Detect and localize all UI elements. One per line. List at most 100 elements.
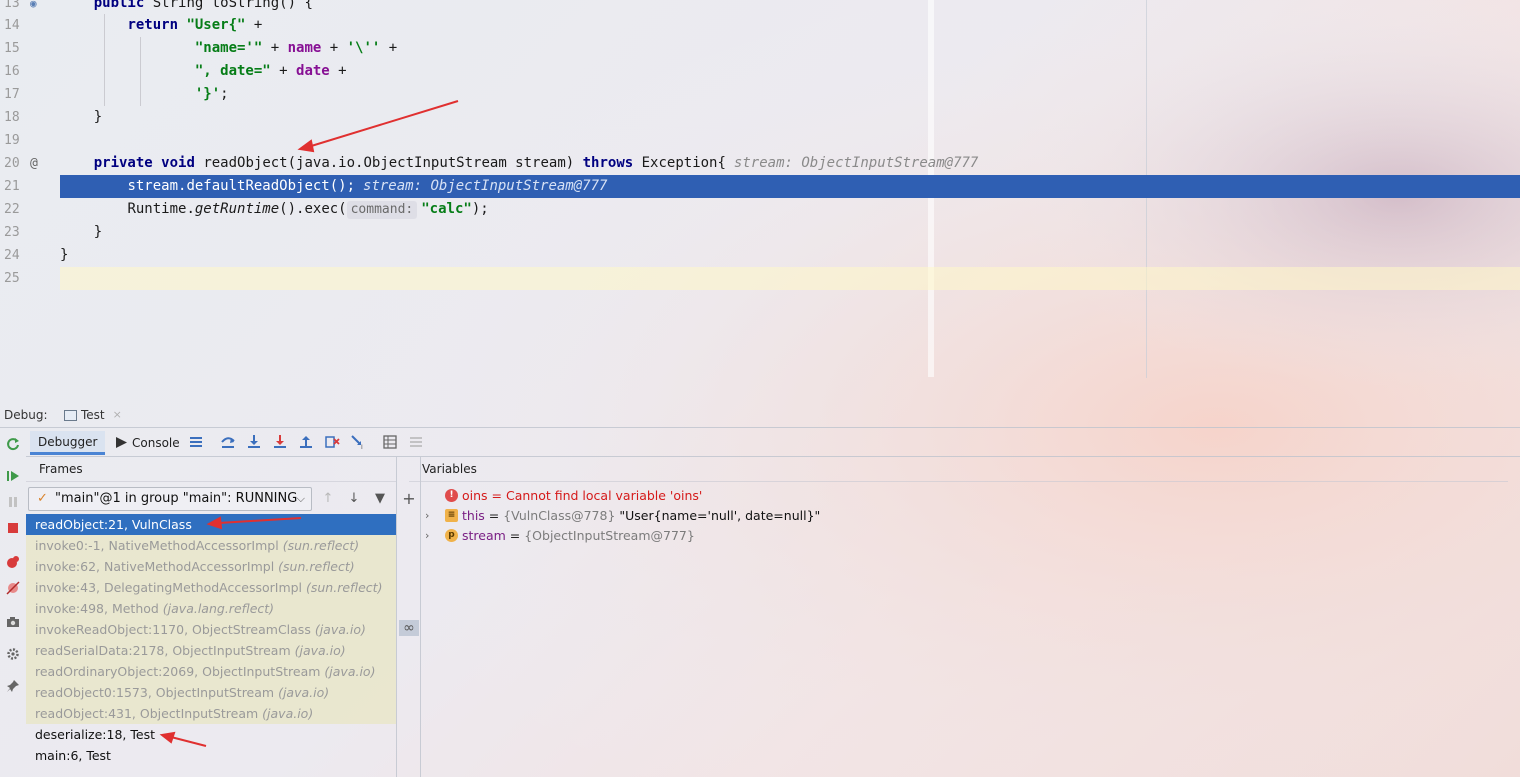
code-text: ; — [220, 86, 229, 102]
string-literal: "User{" — [186, 17, 246, 33]
line-number: 16 — [4, 64, 20, 79]
annotation-at-icon[interactable]: @ — [30, 152, 46, 175]
variable-name: stream — [462, 528, 506, 543]
frame-item[interactable]: main:6, Test — [26, 745, 396, 766]
frame-item[interactable]: readObject:21, VulnClass — [26, 514, 396, 535]
execution-point-line[interactable]: stream.defaultReadObject(); stream: Objec… — [60, 175, 1520, 198]
close-icon[interactable]: × — [113, 402, 122, 428]
pause-icon[interactable] — [5, 494, 21, 510]
watch-side-strip: + ∞ — [397, 457, 421, 777]
variable-value: "User{name='null', date=null}" — [619, 508, 821, 523]
frame-item[interactable]: invoke:43, DelegatingMethodAccessorImpl … — [26, 577, 396, 598]
frame-package: (java.io) — [294, 643, 346, 658]
drop-frame-icon[interactable] — [324, 434, 340, 450]
variable-row-error[interactable]: ! oins = Cannot find local variable 'oin… — [421, 486, 1021, 506]
frame-package: (java.io) — [262, 706, 314, 721]
frame-item[interactable]: invoke:62, NativeMethodAccessorImpl (sun… — [26, 556, 396, 577]
camera-icon[interactable] — [5, 614, 21, 630]
frame-item[interactable]: invoke:498, Method (java.lang.reflect) — [26, 598, 396, 619]
code-line-20[interactable]: private void readObject(java.io.ObjectIn… — [60, 152, 1520, 175]
debugger-toolbar: Debugger Console I — [26, 428, 1520, 457]
force-step-into-icon[interactable] — [272, 434, 288, 450]
code-editor[interactable]: 13 ◉ 14 15 16 17 18 19 20 @ 21 22 23 24 … — [0, 0, 1520, 378]
variable-row-stream[interactable]: › p stream = {ObjectInputStream@777} — [421, 526, 1021, 546]
code-text: ); — [471, 201, 489, 217]
frame-item[interactable]: deserialize:18, Test — [26, 724, 396, 745]
pin-icon[interactable] — [5, 678, 21, 694]
trace-stream-icon[interactable] — [408, 434, 424, 450]
code-text: } — [60, 247, 69, 263]
code-text: + — [380, 40, 398, 56]
code-line-15[interactable]: "name='" + name + '\'' + — [60, 37, 1520, 60]
frame-package: (sun.reflect) — [282, 538, 360, 553]
field-reference: date — [296, 63, 330, 79]
variable-row-this[interactable]: › ≡ this = {VulnClass@778} "User{name='n… — [421, 506, 1021, 526]
variable-eq: = — [484, 508, 504, 523]
filter-icon[interactable]: ▼ — [372, 490, 388, 508]
run-to-cursor-icon[interactable]: I — [350, 434, 366, 451]
code-line-14[interactable]: return "User{" + — [60, 14, 1520, 37]
keyword: private — [93, 155, 153, 171]
thread-selector-value: "main"@1 in group "main": RUNNING — [55, 491, 298, 506]
line-number: 24 — [4, 248, 20, 263]
add-watch-icon[interactable]: + — [401, 491, 417, 507]
view-breakpoints-icon[interactable] — [5, 554, 21, 570]
expand-arrow-icon[interactable]: › — [425, 506, 429, 526]
string-literal: '\'' — [346, 40, 381, 56]
run-config-tab[interactable]: Test × — [64, 402, 122, 428]
step-into-icon[interactable] — [246, 434, 262, 450]
mute-breakpoints-icon[interactable] — [5, 580, 21, 596]
frame-item[interactable]: invokeReadObject:1170, ObjectStreamClass… — [26, 619, 396, 640]
show-execution-point-icon[interactable] — [188, 434, 204, 450]
settings-gear-icon[interactable] — [5, 646, 21, 662]
frame-label: invokeReadObject:1170, ObjectStreamClass — [35, 622, 315, 637]
frame-item[interactable]: invoke0:-1, NativeMethodAccessorImpl (su… — [26, 535, 396, 556]
code-line-24[interactable]: } — [60, 244, 1520, 267]
expand-arrow-icon[interactable]: › — [425, 526, 429, 546]
step-out-icon[interactable] — [298, 434, 314, 450]
debug-title-bar: Debug: Test × — [0, 402, 1520, 428]
step-over-icon[interactable] — [220, 434, 236, 450]
frame-item[interactable]: readSerialData:2178, ObjectInputStream (… — [26, 640, 396, 661]
frame-package: (java.io) — [278, 685, 330, 700]
rerun-icon[interactable] — [5, 436, 21, 452]
line-number: 19 — [4, 133, 20, 148]
chevron-down-icon: ⌵ — [296, 492, 305, 505]
tab-debugger[interactable]: Debugger — [30, 431, 106, 455]
evaluate-expression-icon[interactable] — [382, 434, 398, 450]
override-icon[interactable]: ◉ — [30, 0, 46, 15]
line-number: 18 — [4, 110, 20, 125]
frame-label: readObject:431, ObjectInputStream — [35, 706, 263, 721]
thread-selector[interactable]: ✓ "main"@1 in group "main": RUNNING ⌵ — [28, 487, 312, 511]
tab-console[interactable]: Console — [108, 431, 188, 455]
variable-eq: = — [505, 528, 525, 543]
string-literal: '}' — [194, 86, 221, 102]
code-line-16[interactable]: ", date=" + date + — [60, 60, 1520, 83]
parameter-hint: command: — [346, 201, 418, 219]
frame-label: deserialize:18, Test — [35, 727, 155, 742]
code-text: + — [245, 17, 263, 33]
frames-panel: Frames ✓ "main"@1 in group "main": RUNNI… — [26, 457, 397, 777]
variable-error-text: oins = Cannot find local variable 'oins' — [462, 488, 703, 503]
keyword: public — [93, 0, 145, 11]
resume-icon[interactable] — [5, 468, 21, 484]
code-line-22[interactable]: Runtime.getRuntime().exec(command: "calc"… — [60, 198, 1520, 221]
frame-item[interactable]: readOrdinaryObject:2069, ObjectInputStre… — [26, 661, 396, 682]
previous-frame-icon[interactable]: ↑ — [320, 490, 336, 508]
variable-text: stream = {ObjectInputStream@777} — [462, 526, 695, 546]
code-text: } — [93, 224, 103, 240]
frame-label: invoke:498, Method — [35, 601, 163, 616]
caret-line[interactable] — [60, 267, 1520, 290]
line-number: 14 — [4, 18, 20, 33]
frame-item[interactable]: readObject:431, ObjectInputStream (java.… — [26, 703, 396, 724]
code-text: String — [144, 0, 212, 11]
next-frame-icon[interactable]: ↓ — [346, 490, 362, 508]
line-number-gutter[interactable]: 13 ◉ 14 15 16 17 18 19 20 @ 21 22 23 24 … — [0, 0, 60, 378]
code-line-17[interactable]: '}'; — [60, 83, 1520, 106]
frame-item[interactable]: readObject0:1573, ObjectInputStream (jav… — [26, 682, 396, 703]
code-line-13[interactable]: public String toString() { — [60, 0, 1520, 15]
code-line-23[interactable]: } — [60, 221, 1520, 244]
code-line-18[interactable]: } — [60, 106, 1520, 129]
stop-icon[interactable] — [5, 520, 21, 536]
glasses-icon[interactable]: ∞ — [399, 620, 419, 636]
